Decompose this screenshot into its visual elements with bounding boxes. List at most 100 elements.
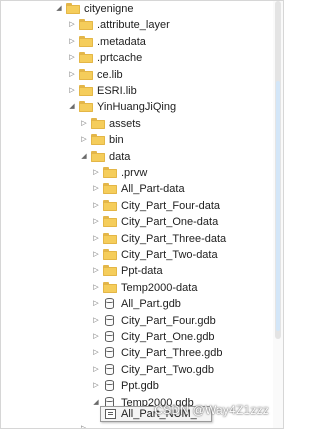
tree-item-label: .attribute_layer (97, 19, 170, 32)
chevron-right-icon[interactable]: ▷ (91, 299, 101, 309)
chevron-right-icon[interactable]: ▷ (91, 168, 101, 178)
tree-item[interactable]: ▷ ce.lib (1, 67, 271, 83)
tree-item[interactable]: ▷ City_Part_Two-data (1, 247, 271, 263)
tree-item-label: .metadata (97, 35, 146, 48)
chevron-right-icon[interactable]: ▷ (67, 37, 77, 47)
scrollbar-highlight (276, 81, 280, 331)
tree-item[interactable]: ▷ .attribute_layer (1, 17, 271, 33)
geodatabase-icon (103, 314, 117, 326)
tree-item-label: City_Part_Four.gdb (121, 314, 216, 327)
chevron-down-icon[interactable]: ◢ (79, 152, 89, 162)
tree-item[interactable]: ◢ data (1, 149, 271, 165)
tree-item[interactable]: ▷ Ppt-data (1, 263, 271, 279)
tree-item-label: .prtcache (97, 52, 143, 65)
tree-item-label: City_Part_Three.gdb (121, 347, 223, 360)
folder-icon (91, 150, 105, 162)
tree-item[interactable]: ▷ .metadata (1, 34, 271, 50)
tree-item-label: City_Part_Four-data (121, 199, 221, 212)
tree-item-label: Ppt.gdb (121, 380, 159, 393)
chevron-right-icon[interactable]: ▷ (79, 119, 89, 129)
tree-item[interactable]: ▷ City_Part_Four.gdb (1, 313, 271, 329)
tree-item-label: .prvw (121, 167, 148, 179)
geodatabase-icon (103, 347, 117, 359)
folder-icon (79, 101, 93, 113)
tree-item-label: Ppt-data (121, 265, 163, 278)
folder-icon (66, 3, 80, 14)
watermark: CSDN @Way4Z1zzz (154, 403, 269, 417)
tree-item[interactable]: ▷ Ppt.gdb (1, 378, 271, 394)
tree-item-label: City_Part_Two-data (121, 249, 218, 261)
tree-item-label: All_Part-data (121, 183, 185, 196)
folder-icon (103, 249, 117, 260)
tree-item-label: assets (109, 117, 141, 130)
file-tree: ◢ cityenigne ▷ .attribute_layer ▷ .metadata ▷.… (1, 1, 283, 428)
tree-item-label: bin (109, 134, 124, 147)
tree-item-label: YinHuangJiQing (97, 101, 177, 114)
geodatabase-icon (103, 331, 117, 342)
chevron-right-icon[interactable]: ▷ (91, 266, 101, 276)
tree-item-label: City_Part_One-data (121, 216, 219, 229)
chevron-right-icon[interactable]: ▷ (91, 250, 101, 260)
tree-item-label: Temp2000-data (121, 281, 198, 294)
tree-item[interactable]: ▷ .prtcache (1, 50, 271, 66)
tree-item[interactable]: ▷ City_Part_One-data (1, 214, 271, 230)
chevron-right-icon[interactable]: ▷ (91, 381, 101, 391)
tree-item[interactable]: ▷ bin (1, 132, 271, 148)
tree-item[interactable]: ▷ All_Part-data (1, 181, 271, 197)
chevron-right-icon[interactable]: ▷ (91, 348, 101, 358)
folder-icon (79, 68, 93, 80)
folder-icon (91, 117, 105, 129)
tree-item-label: City_Part_Two.gdb (121, 363, 214, 376)
chevron-down-icon[interactable]: ◢ (67, 102, 77, 112)
folder-icon (103, 199, 117, 211)
folder-icon (103, 232, 117, 244)
geodatabase-icon (103, 380, 117, 392)
folder-icon (103, 216, 117, 228)
chevron-right-icon[interactable]: ▷ (91, 234, 101, 244)
chevron-right-icon[interactable]: ▷ (67, 53, 77, 63)
chevron-right-icon[interactable]: ▷ (91, 316, 101, 326)
folder-icon (103, 183, 117, 195)
folder-icon (103, 167, 117, 178)
chevron-right-icon[interactable]: ▷ (91, 365, 101, 375)
chevron-right-icon[interactable]: ▷ (91, 184, 101, 194)
folder-icon (79, 35, 93, 47)
chevron-right-icon[interactable]: ▷ (91, 283, 101, 293)
vertical-scrollbar[interactable] (273, 1, 283, 428)
chevron-right-icon[interactable]: ▷ (91, 332, 101, 342)
tree-item-label: All_Part.gdb (121, 298, 181, 311)
chevron-down-icon[interactable]: ◢ (54, 4, 64, 14)
tree-item-label: City_Part_Three-data (121, 232, 227, 245)
folder-icon (103, 281, 117, 293)
tree-item[interactable]: ▷ City_Part_One.gdb (1, 329, 271, 345)
chevron-right-icon[interactable]: ▷ (67, 70, 77, 80)
tree-item[interactable]: ▷ ESRI.lib (1, 83, 271, 99)
tree-item[interactable]: ▷ City_Part_Four-data (1, 198, 271, 214)
tree-item-label: cityenigne (84, 3, 134, 15)
geodatabase-icon (103, 298, 117, 310)
tree-item[interactable]: ◢ cityenigne (1, 1, 271, 17)
chevron-right-icon[interactable]: ▷ (91, 217, 101, 227)
chevron-right-icon[interactable]: ▷ (79, 135, 89, 145)
folder-icon (79, 19, 93, 31)
tree-item[interactable]: ▷ .prvw (1, 165, 271, 181)
tree-item-label: data (109, 150, 131, 163)
folder-icon (79, 52, 93, 64)
tree-item[interactable]: ▷ All_Part.gdb (1, 296, 271, 312)
collapsed-arrow-icon[interactable]: ▷ (81, 424, 91, 428)
table-icon (105, 409, 116, 419)
chevron-right-icon[interactable]: ▷ (67, 20, 77, 30)
tree-item[interactable]: ▷ City_Part_Two.gdb (1, 362, 271, 378)
folder-icon (103, 265, 117, 277)
chevron-right-icon[interactable]: ▷ (67, 86, 77, 96)
geodatabase-icon (103, 363, 117, 375)
tree-item-label: ESRI.lib (97, 85, 137, 97)
tree-item[interactable]: ▷ City_Part_Three.gdb (1, 345, 271, 361)
tree-item[interactable]: ▷ City_Part_Three-data (1, 231, 271, 247)
chevron-right-icon[interactable]: ▷ (91, 201, 101, 211)
tree-item[interactable]: ▷ Temp2000-data (1, 280, 271, 296)
tree-item[interactable]: ◢ YinHuangJiQing (1, 99, 271, 115)
tree-item-label: ce.lib (97, 68, 123, 81)
folder-icon (79, 85, 93, 96)
tree-item[interactable]: ▷ assets (1, 116, 271, 132)
